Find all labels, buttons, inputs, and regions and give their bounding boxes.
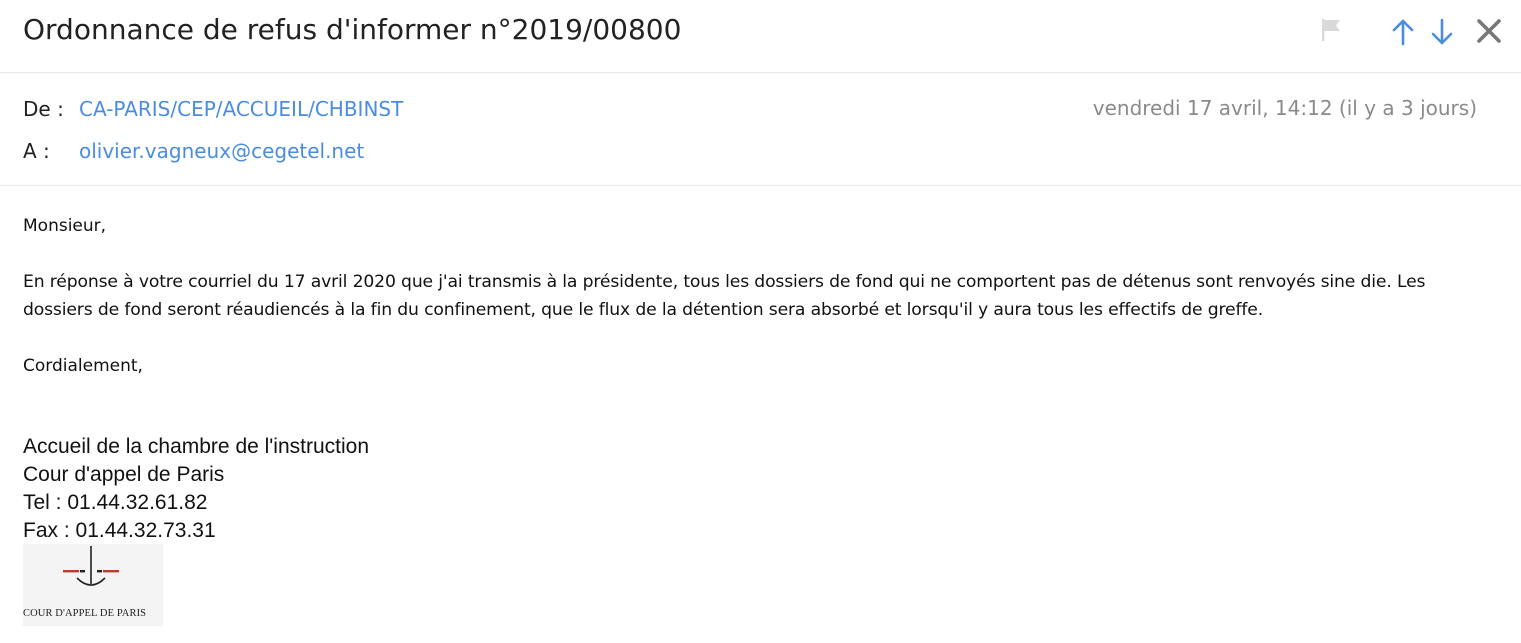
- flag-icon[interactable]: [1320, 17, 1344, 43]
- subject-bar: Ordonnance de refus d'informer n°2019/00…: [0, 0, 1521, 73]
- from-label: De :: [23, 97, 64, 121]
- close-icon[interactable]: [1475, 17, 1503, 45]
- body-paragraph: En réponse à votre courriel du 17 avril …: [23, 272, 1426, 320]
- signature-line-court: Cour d'appel de Paris: [23, 463, 225, 486]
- logo-text: COUR D'APPEL DE PARIS: [23, 608, 147, 619]
- arrow-up-icon[interactable]: [1389, 17, 1417, 47]
- to-label: A :: [23, 139, 50, 163]
- signature: Accueil de la chambre de l'instruction C…: [23, 433, 369, 545]
- email-subject: Ordonnance de refus d'informer n°2019/00…: [23, 13, 682, 46]
- signature-line-phone: Tel : 01.44.32.61.82: [23, 491, 208, 514]
- closing: Cordialement,: [23, 356, 143, 376]
- signature-line-fax: Fax : 01.44.32.73.31: [23, 519, 216, 542]
- court-logo: COUR D'APPEL DE PARIS: [23, 544, 163, 626]
- email-date: vendredi 17 avril, 14:12 (il y a 3 jours…: [1092, 96, 1477, 120]
- email-reader: Ordonnance de refus d'informer n°2019/00…: [0, 0, 1521, 643]
- greeting: Monsieur,: [23, 216, 107, 236]
- scales-emblem-icon: [63, 546, 119, 586]
- sender-address[interactable]: CA-PARIS/CEP/ACCUEIL/CHBINST: [79, 97, 403, 121]
- recipient-address[interactable]: olivier.vagneux@cegetel.net: [79, 139, 364, 163]
- email-meta: De : CA-PARIS/CEP/ACCUEIL/CHBINST vendre…: [0, 73, 1521, 186]
- signature-line-department: Accueil de la chambre de l'instruction: [23, 435, 370, 458]
- arrow-down-icon[interactable]: [1428, 17, 1456, 47]
